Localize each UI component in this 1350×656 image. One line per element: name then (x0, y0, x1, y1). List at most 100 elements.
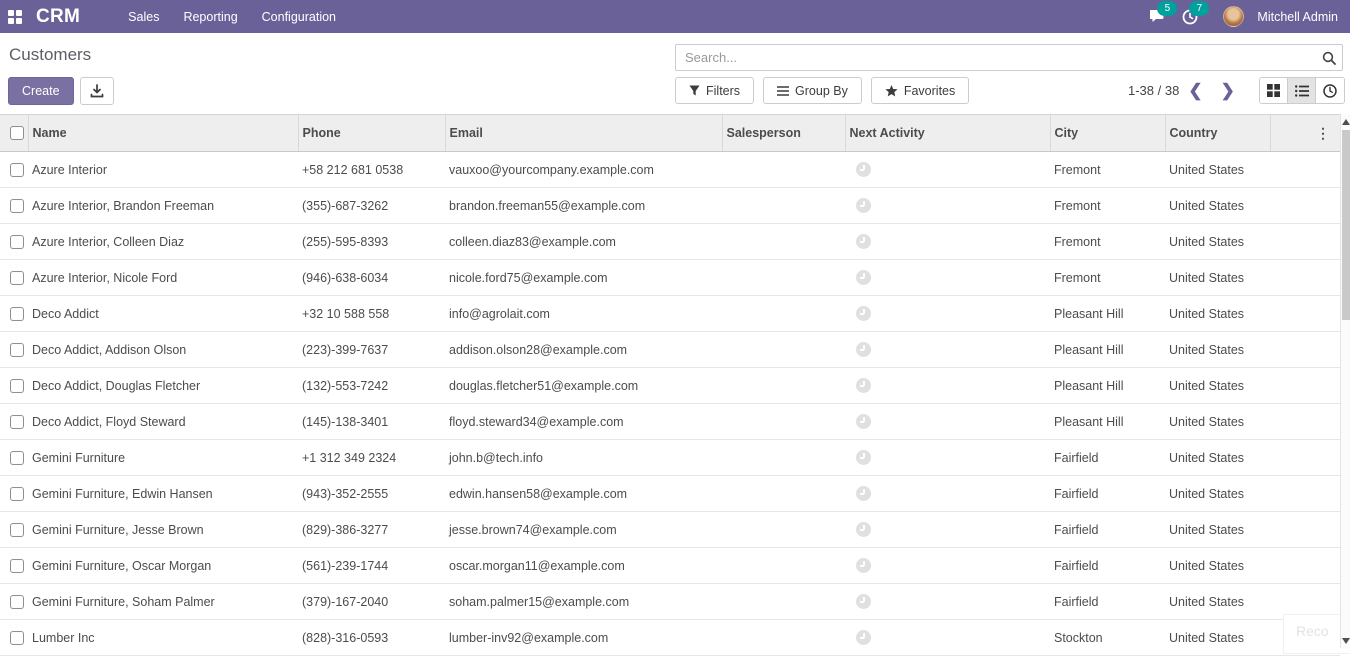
cell-name[interactable]: Gemini Furniture, Soham Palmer (28, 584, 298, 620)
cell-city[interactable]: Pleasant Hill (1050, 296, 1165, 332)
cell-country[interactable]: United States (1165, 260, 1270, 296)
cell-salesperson[interactable] (722, 188, 845, 224)
optional-columns-toggle[interactable]: ⋮ (1316, 125, 1330, 141)
scrollbar-thumb[interactable] (1342, 130, 1350, 320)
cell-salesperson[interactable] (722, 584, 845, 620)
cell-country[interactable]: United States (1165, 296, 1270, 332)
menu-sales[interactable]: Sales (116, 0, 171, 33)
search-input[interactable] (676, 50, 1316, 65)
cell-city[interactable]: Fairfield (1050, 512, 1165, 548)
cell-next-activity[interactable] (845, 224, 1050, 260)
export-button[interactable] (80, 77, 114, 105)
cell-name[interactable]: Deco Addict, Floyd Steward (28, 404, 298, 440)
table-row[interactable]: Deco Addict, Floyd Steward (145)-138-340… (0, 404, 1340, 440)
menu-configuration[interactable]: Configuration (250, 0, 348, 33)
table-row[interactable]: Azure Interior, Brandon Freeman (355)-68… (0, 188, 1340, 224)
cell-city[interactable]: Fairfield (1050, 548, 1165, 584)
row-checkbox[interactable] (10, 379, 24, 393)
cell-next-activity[interactable] (845, 512, 1050, 548)
kanban-view-button[interactable] (1260, 78, 1288, 103)
cell-salesperson[interactable] (722, 404, 845, 440)
cell-salesperson[interactable] (722, 512, 845, 548)
row-checkbox[interactable] (10, 523, 24, 537)
cell-email[interactable]: lumber-inv92@example.com (445, 620, 722, 656)
cell-name[interactable]: Gemini Furniture, Edwin Hansen (28, 476, 298, 512)
cell-phone[interactable]: (946)-638-6034 (298, 260, 445, 296)
cell-name[interactable]: Lumber Inc (28, 620, 298, 656)
scroll-down-arrow-icon[interactable] (1342, 638, 1350, 644)
next-activity-clock-icon[interactable] (856, 342, 871, 357)
table-row[interactable]: Lumber Inc (828)-316-0593 lumber-inv92@e… (0, 620, 1340, 656)
cell-email[interactable]: soham.palmer15@example.com (445, 584, 722, 620)
table-row[interactable]: Azure Interior, Nicole Ford (946)-638-60… (0, 260, 1340, 296)
cell-next-activity[interactable] (845, 296, 1050, 332)
pager-previous-button[interactable]: ❮ (1179, 77, 1211, 104)
table-row[interactable]: Gemini Furniture, Oscar Morgan (561)-239… (0, 548, 1340, 584)
cell-salesperson[interactable] (722, 332, 845, 368)
cell-salesperson[interactable] (722, 296, 845, 332)
column-header-salesperson[interactable]: Salesperson (722, 115, 845, 152)
next-activity-clock-icon[interactable] (856, 306, 871, 321)
next-activity-clock-icon[interactable] (856, 414, 871, 429)
filters-button[interactable]: Filters (675, 77, 754, 104)
cell-next-activity[interactable] (845, 332, 1050, 368)
cell-city[interactable]: Fairfield (1050, 440, 1165, 476)
cell-email[interactable]: brandon.freeman55@example.com (445, 188, 722, 224)
row-checkbox[interactable] (10, 415, 24, 429)
column-header-name[interactable]: Name (28, 115, 298, 152)
cell-email[interactable]: nicole.ford75@example.com (445, 260, 722, 296)
group-by-button[interactable]: Group By (763, 77, 862, 104)
search-icon[interactable] (1316, 51, 1342, 65)
cell-name[interactable]: Deco Addict, Addison Olson (28, 332, 298, 368)
cell-next-activity[interactable] (845, 548, 1050, 584)
cell-country[interactable]: United States (1165, 332, 1270, 368)
scroll-up-arrow-icon[interactable] (1342, 119, 1350, 125)
cell-city[interactable]: Fairfield (1050, 584, 1165, 620)
cell-salesperson[interactable] (722, 548, 845, 584)
column-header-phone[interactable]: Phone (298, 115, 445, 152)
cell-city[interactable]: Fremont (1050, 260, 1165, 296)
table-row[interactable]: Deco Addict, Douglas Fletcher (132)-553-… (0, 368, 1340, 404)
table-row[interactable]: Gemini Furniture, Edwin Hansen (943)-352… (0, 476, 1340, 512)
cell-country[interactable]: United States (1165, 476, 1270, 512)
cell-phone[interactable]: +1 312 349 2324 (298, 440, 445, 476)
cell-next-activity[interactable] (845, 404, 1050, 440)
cell-phone[interactable]: (943)-352-2555 (298, 476, 445, 512)
row-checkbox[interactable] (10, 487, 24, 501)
cell-phone[interactable]: +58 212 681 0538 (298, 152, 445, 188)
cell-phone[interactable]: (561)-239-1744 (298, 548, 445, 584)
row-checkbox[interactable] (10, 343, 24, 357)
cell-phone[interactable]: (132)-553-7242 (298, 368, 445, 404)
activities-button[interactable]: 7 (1177, 4, 1203, 30)
row-checkbox[interactable] (10, 559, 24, 573)
cell-phone[interactable]: (223)-399-7637 (298, 332, 445, 368)
cell-name[interactable]: Gemini Furniture, Jesse Brown (28, 512, 298, 548)
cell-city[interactable]: Fremont (1050, 224, 1165, 260)
cell-name[interactable]: Deco Addict, Douglas Fletcher (28, 368, 298, 404)
cell-country[interactable]: United States (1165, 512, 1270, 548)
row-checkbox[interactable] (10, 595, 24, 609)
cell-next-activity[interactable] (845, 476, 1050, 512)
cell-phone[interactable]: (255)-595-8393 (298, 224, 445, 260)
next-activity-clock-icon[interactable] (856, 630, 871, 645)
cell-email[interactable]: vauxoo@yourcompany.example.com (445, 152, 722, 188)
cell-salesperson[interactable] (722, 440, 845, 476)
cell-salesperson[interactable] (722, 620, 845, 656)
cell-phone[interactable]: (145)-138-3401 (298, 404, 445, 440)
pager-next-button[interactable]: ❯ (1212, 77, 1244, 104)
next-activity-clock-icon[interactable] (856, 594, 871, 609)
cell-phone[interactable]: (829)-386-3277 (298, 512, 445, 548)
cell-next-activity[interactable] (845, 368, 1050, 404)
vertical-scrollbar[interactable] (1340, 114, 1350, 648)
next-activity-clock-icon[interactable] (856, 522, 871, 537)
cell-phone[interactable]: +32 10 588 558 (298, 296, 445, 332)
user-name[interactable]: Mitchell Admin (1257, 10, 1338, 24)
menu-reporting[interactable]: Reporting (171, 0, 249, 33)
cell-city[interactable]: Stockton (1050, 620, 1165, 656)
cell-email[interactable]: edwin.hansen58@example.com (445, 476, 722, 512)
cell-country[interactable]: United States (1165, 152, 1270, 188)
cell-email[interactable]: addison.olson28@example.com (445, 332, 722, 368)
table-row[interactable]: Gemini Furniture, Jesse Brown (829)-386-… (0, 512, 1340, 548)
row-checkbox[interactable] (10, 451, 24, 465)
list-view-button[interactable] (1288, 78, 1316, 103)
